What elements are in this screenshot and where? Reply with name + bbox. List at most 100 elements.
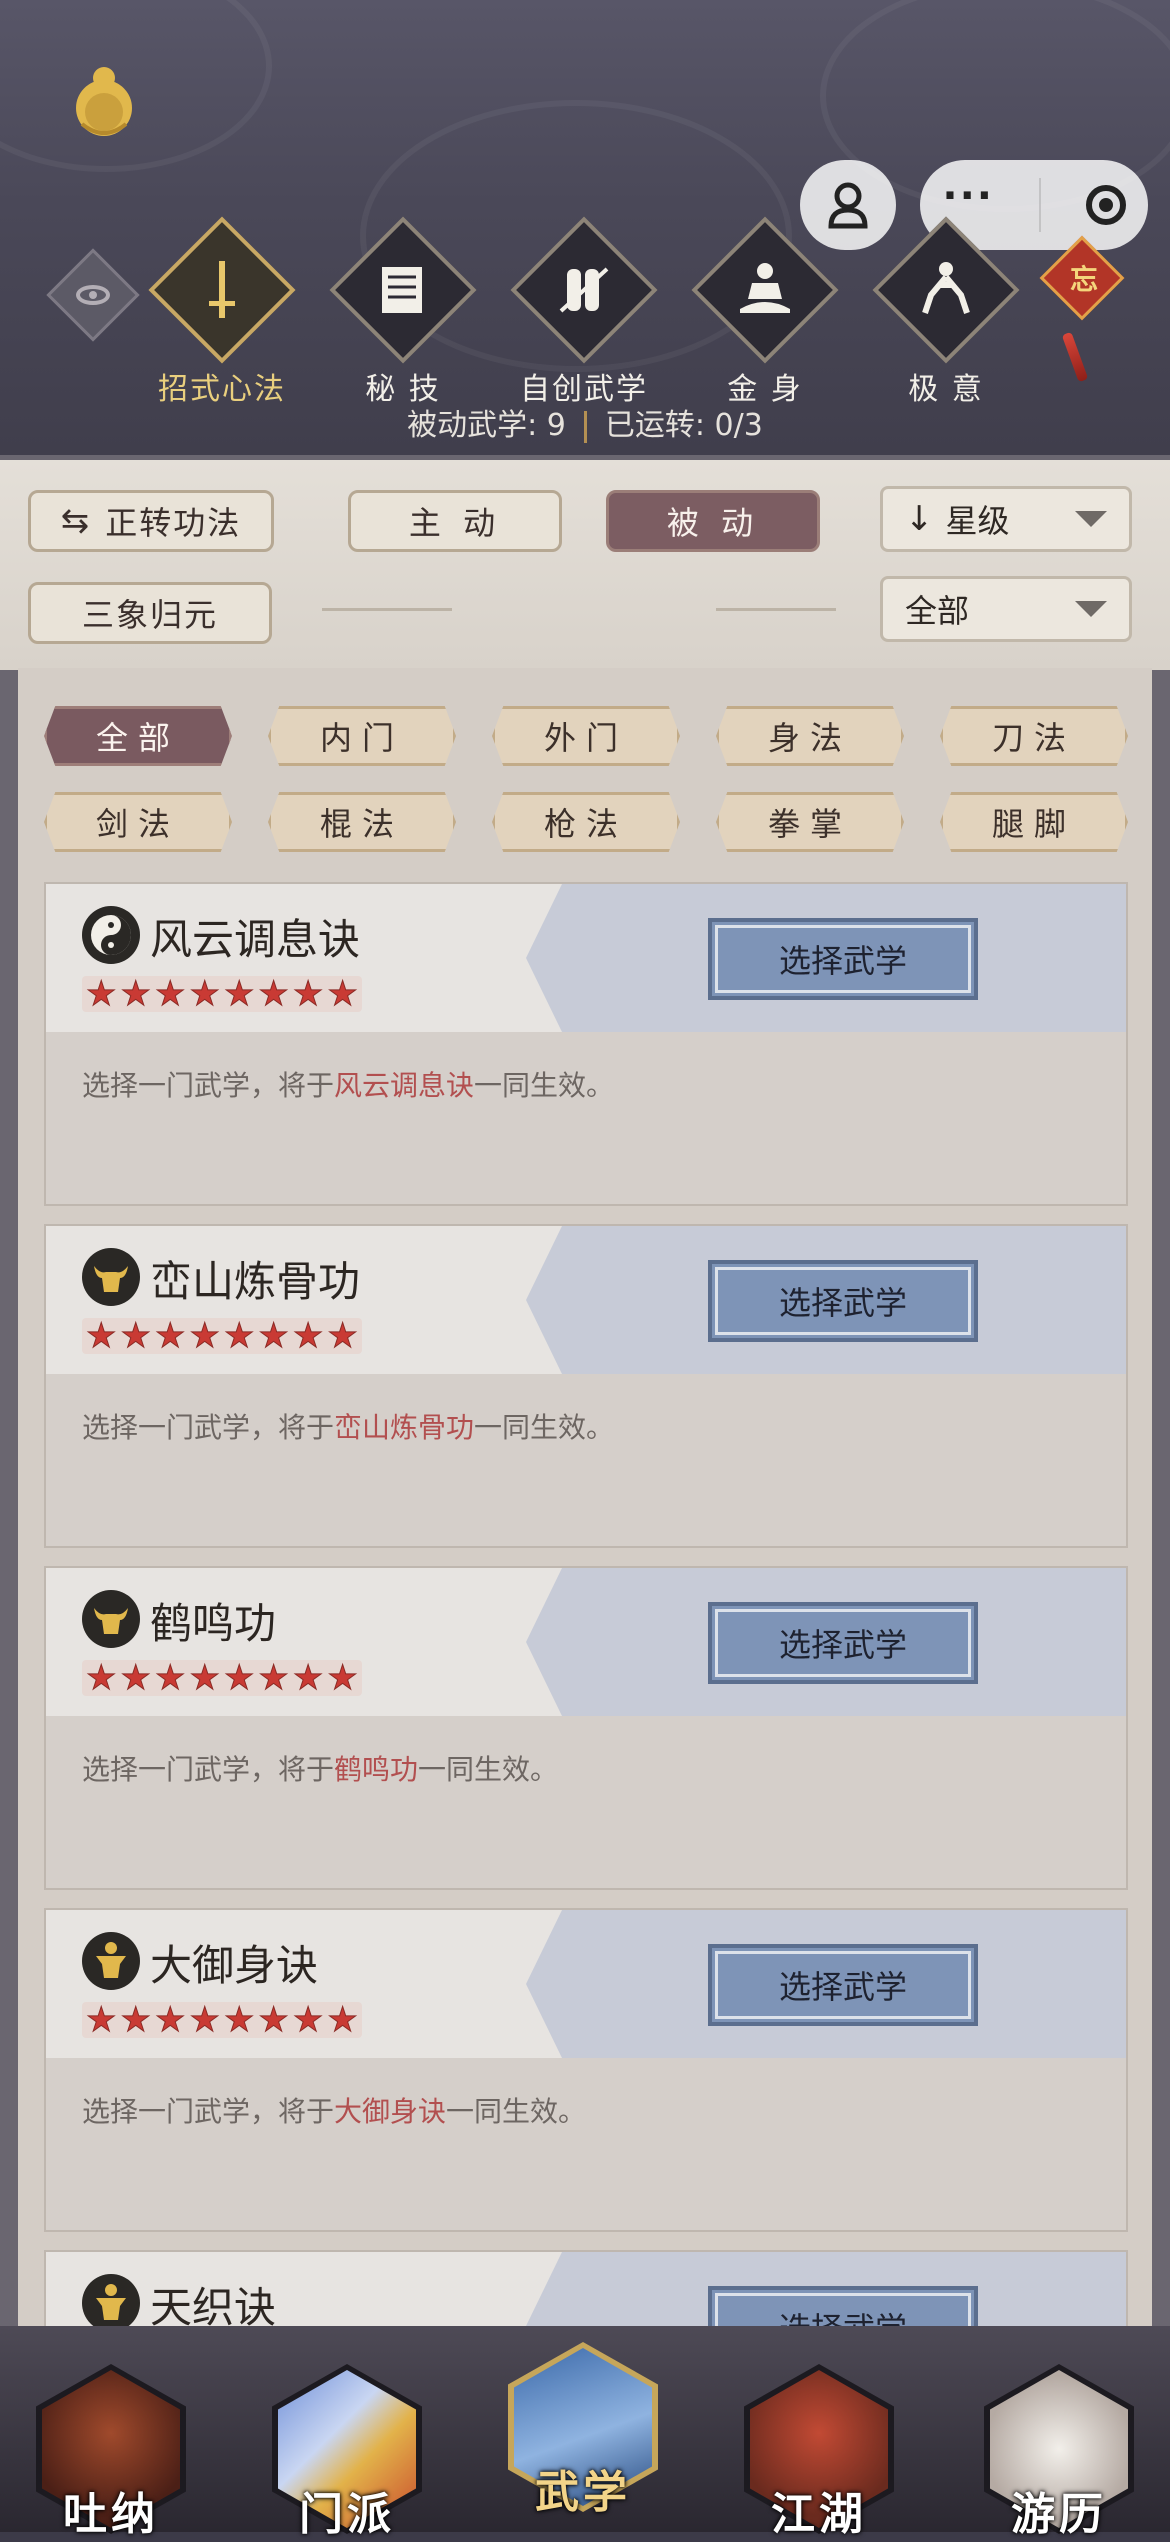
tab-zichuang-wuxue[interactable]: 自创武学: [504, 216, 664, 408]
category-chip-quanzhang[interactable]: 拳掌: [716, 792, 904, 852]
category-chip-shenfa[interactable]: 身法: [716, 706, 904, 766]
star-icon: ★: [120, 1316, 152, 1356]
figure-icon: [82, 2274, 140, 2326]
star-icon: ★: [154, 2000, 186, 2040]
scroll-icon: [510, 216, 658, 364]
scope-label: 全部: [905, 592, 970, 630]
tab-zhaoshi-xinfa[interactable]: 招式心法: [142, 216, 302, 408]
select-wuxue-button[interactable]: 选择武学: [708, 1260, 978, 1342]
desc-text: 选择一门武学，将于: [82, 2095, 335, 2128]
star-icon: ★: [120, 2000, 152, 2040]
category-chip-waimen[interactable]: 外门: [492, 706, 680, 766]
mode-passive-button[interactable]: 被 动: [606, 490, 820, 552]
tab-miji[interactable]: 秘 技: [323, 216, 483, 408]
star-rating: ★ ★ ★ ★ ★ ★ ★ ★: [82, 974, 362, 1014]
desc-highlight: 峦山炼骨功: [334, 1411, 475, 1444]
select-wuxue-button[interactable]: 选择武学: [708, 1944, 978, 2026]
sword-icon: [148, 216, 296, 364]
star-icon: ★: [223, 1316, 255, 1356]
star-icon: ★: [258, 1316, 290, 1356]
nav-wuxue[interactable]: 武学: [508, 2334, 658, 2518]
nav-tuna[interactable]: 吐纳: [36, 2356, 186, 2540]
nav-label: 吐纳: [63, 2489, 159, 2540]
select-wuxue-button[interactable]: 选择武学: [708, 1602, 978, 1684]
wuxue-name: 天织诀: [150, 2283, 277, 2326]
select-wuxue-button[interactable]: 选择武学: [708, 918, 978, 1000]
star-icon: ★: [258, 1658, 290, 1698]
star-icon: ★: [292, 974, 324, 1014]
nav-jianghu[interactable]: 江湖: [744, 2356, 894, 2540]
star-rating: ★ ★ ★ ★ ★ ★ ★ ★: [82, 1316, 362, 1356]
sort-dropdown[interactable]: ↓ 星级: [880, 486, 1132, 552]
wuxue-name: 峦山炼骨功: [150, 1257, 361, 1306]
tab-jiyi[interactable]: 极 意: [866, 216, 1026, 408]
select-wuxue-button[interactable]: 选择武学: [708, 2286, 978, 2326]
sanxiang-button[interactable]: 三象归元: [28, 582, 272, 644]
forget-knot-icon[interactable]: 忘: [1039, 228, 1126, 388]
bull-head-icon: [82, 1248, 140, 1306]
star-icon: ★: [154, 974, 186, 1014]
star-icon: ★: [292, 2000, 324, 2040]
star-icon: ★: [327, 1316, 359, 1356]
chevron-down-icon: [1075, 511, 1107, 527]
category-chip-daofa[interactable]: 刀法: [940, 706, 1128, 766]
star-icon: ★: [223, 974, 255, 1014]
eye-icon[interactable]: [46, 248, 140, 342]
ornament-line-right: [716, 608, 836, 611]
switch-gongfa-button[interactable]: ⇆ 正转功法: [28, 490, 274, 552]
category-chip-qiangfa[interactable]: 枪法: [492, 792, 680, 852]
wuxue-list: 全部 内门 外门 身法 刀法 剑法 棍法 枪法 拳掌 腿脚 风云调息诀 ★ ★ ★ ★…: [18, 668, 1152, 2326]
desc-text: 选择一门武学，将于: [82, 1753, 335, 1786]
martial-pose-icon: [872, 216, 1020, 364]
star-icon: ★: [120, 1658, 152, 1698]
bottom-nav: 吐纳 门派 武学 江湖 游历: [0, 2326, 1170, 2540]
card-description: 选择一门武学，将于风云调息诀一同生效。: [82, 1064, 614, 1104]
star-icon: ★: [292, 1658, 324, 1698]
switch-label: 正转功法: [105, 504, 242, 542]
yin-yang-icon: [82, 906, 140, 964]
category-chip-gunfa[interactable]: 棍法: [268, 792, 456, 852]
sort-label: 星级: [945, 502, 1010, 540]
more-menu-button[interactable]: ···: [942, 176, 994, 216]
scope-dropdown[interactable]: 全部: [880, 576, 1132, 642]
category-chip-all[interactable]: 全部: [44, 706, 232, 766]
desc-highlight: 风云调息诀: [334, 1069, 475, 1102]
wuxue-card: 大御身诀 ★ ★ ★ ★ ★ ★ ★ ★ 选择武学 选择一门武学，将于大御身诀一同生效。: [44, 1908, 1128, 2232]
desc-text: 选择一门武学，将于: [82, 1069, 335, 1102]
category-chip-tuijiao[interactable]: 腿脚: [940, 792, 1128, 852]
top-header: ··· 招式心法 秘 技 自创武学 金 身 极 意 忘 被动武学: 9 已运转:…: [0, 0, 1170, 455]
category-chip-neimen[interactable]: 内门: [268, 706, 456, 766]
star-icon: ★: [154, 1658, 186, 1698]
star-icon: ★: [85, 2000, 117, 2040]
star-icon: ★: [189, 2000, 221, 2040]
desc-text: 选择一门武学，将于: [82, 1411, 335, 1444]
category-chip-jianfa[interactable]: 剑法: [44, 792, 232, 852]
star-icon: ★: [189, 1316, 221, 1356]
star-icon: ★: [189, 1658, 221, 1698]
nav-label: 门派: [299, 2489, 395, 2540]
star-icon: ★: [189, 974, 221, 1014]
nav-youli[interactable]: 游历: [984, 2356, 1134, 2540]
capsule-divider: [1038, 178, 1041, 232]
nav-label: 游历: [1011, 2489, 1107, 2540]
star-icon: ★: [85, 974, 117, 1014]
mode-active-button[interactable]: 主 动: [348, 490, 562, 552]
buddha-head-icon[interactable]: [64, 64, 144, 144]
tassel: [1061, 331, 1089, 383]
wuxue-card: 鹤鸣功 ★ ★ ★ ★ ★ ★ ★ ★ 选择武学 选择一门武学，将于鹤鸣功一同生效。: [44, 1566, 1128, 1890]
stats-divider: [583, 410, 587, 443]
card-description: 选择一门武学，将于峦山炼骨功一同生效。: [82, 1406, 614, 1446]
tab-jinshen[interactable]: 金 身: [685, 216, 845, 408]
sort-down-arrow-icon: ↓: [905, 499, 934, 539]
nav-menpai[interactable]: 门派: [272, 2356, 422, 2540]
nav-label: 江湖: [771, 2489, 867, 2540]
card-description: 选择一门武学，将于大御身诀一同生效。: [82, 2090, 586, 2130]
target-icon[interactable]: [1085, 185, 1126, 225]
desc-text: 一同生效。: [418, 1753, 559, 1786]
active-count: 已运转: 0/3: [604, 408, 763, 443]
star-icon: ★: [327, 2000, 359, 2040]
desc-highlight: 鹤鸣功: [334, 1753, 419, 1786]
star-icon: ★: [223, 2000, 255, 2040]
star-icon: ★: [327, 1658, 359, 1698]
figure-icon: [82, 1932, 140, 1990]
